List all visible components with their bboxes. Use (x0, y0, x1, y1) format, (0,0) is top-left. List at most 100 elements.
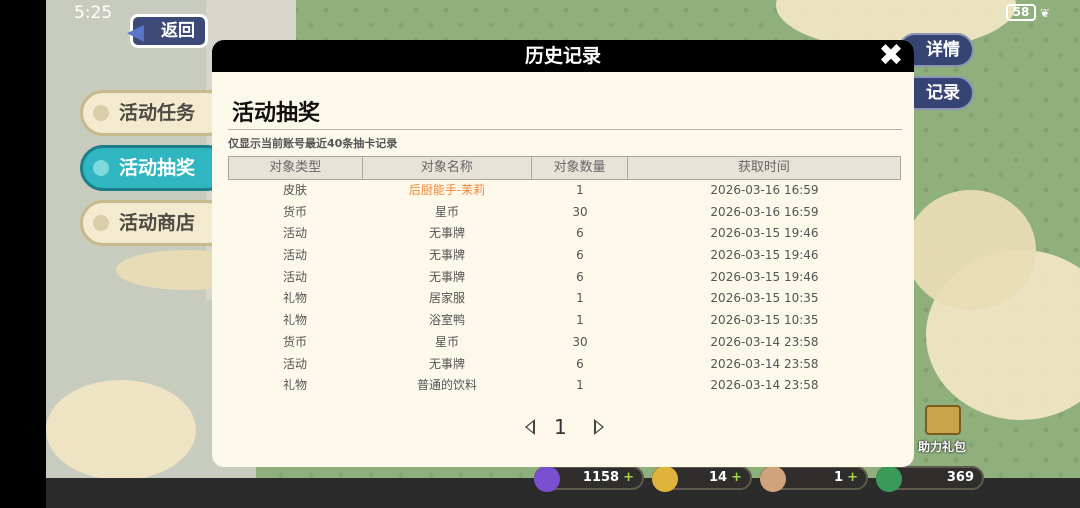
column-header-time: 获取时间 (737, 160, 790, 175)
cloud-decoration (46, 380, 196, 478)
cell-quantity: 6 (576, 226, 584, 241)
table-header: 对象类型 对象名称 对象数量 获取时间 (228, 156, 901, 180)
cell-type: 货币 (282, 204, 307, 219)
details-label: 详情 (926, 40, 960, 60)
currency-value: 1 (834, 470, 844, 485)
table-row: 活动 无事牌 6 2026-03-15 19:46 (228, 267, 901, 289)
left-black-bar (0, 0, 46, 508)
divider (228, 129, 902, 130)
cell-name: 星币 (434, 204, 459, 219)
cell-quantity: 1 (576, 291, 584, 306)
table-row: 皮肤 后厨能手-茉莉 1 2026-03-16 16:59 (228, 180, 901, 202)
table-row: 货币 星币 30 2026-03-16 16:59 (228, 202, 901, 224)
tab-dot-icon (93, 160, 109, 176)
cell-type: 皮肤 (282, 183, 307, 197)
records-table: 对象类型 对象名称 对象数量 获取时间 皮肤 后厨能手-茉莉 1 2026-03-16… (228, 156, 901, 397)
currency-value: 14 (709, 470, 728, 485)
cell-time: 2026-03-14 23:58 (710, 334, 819, 349)
table-row: 活动 无事牌 6 2026-03-14 23:58 (228, 354, 901, 376)
cell-quantity: 1 (576, 183, 584, 197)
records-note: 仅显示当前账号最近40条抽卡记录 (228, 137, 398, 150)
cell-name: 普通的饮料 (416, 378, 477, 393)
cell-type: 礼物 (282, 313, 307, 328)
table-body: 皮肤 后厨能手-茉莉 1 2026-03-16 16:59 货币 星币 30 2026-03-… (228, 180, 901, 397)
battery-indicator: 58 (1006, 4, 1036, 21)
tab-dot-icon (93, 105, 109, 121)
purple-gem-icon (534, 466, 560, 492)
cell-time: 2026-03-16 16:59 (710, 204, 819, 219)
avatar-token-icon (760, 466, 786, 492)
cell-quantity: 6 (576, 356, 584, 371)
cell-time: 2026-03-15 19:46 (710, 248, 819, 263)
cell-type: 活动 (282, 226, 307, 241)
table-row: 礼物 普通的饮料 1 2026-03-14 23:58 (228, 375, 901, 397)
currency-gems[interactable]: 1158 + (534, 466, 644, 492)
cell-quantity: 30 (572, 334, 588, 349)
tab-label: 活动任务 (119, 102, 196, 124)
cell-time: 2026-03-15 19:46 (710, 226, 819, 241)
gold-coin-icon (652, 466, 678, 492)
currency-tickets[interactable]: 369 (876, 466, 984, 492)
green-ticket-icon (876, 466, 902, 492)
currency-value: 1158 (582, 470, 620, 485)
table-row: 礼物 居家服 1 2026-03-15 10:35 (228, 288, 901, 310)
records-label: 记录 (926, 83, 960, 103)
plus-icon[interactable]: + (847, 470, 858, 485)
cell-name: 浴室鸭 (428, 313, 465, 328)
previous-page-icon[interactable] (525, 419, 535, 435)
cell-quantity: 1 (576, 313, 584, 328)
table-row: 礼物 浴室鸭 1 2026-03-15 10:35 (228, 310, 901, 332)
back-button-label: 返回 (161, 21, 195, 41)
cell-name: 后厨能手-茉莉 (408, 183, 486, 197)
cell-type: 活动 (282, 269, 307, 284)
back-arrow-icon: ◀ (127, 20, 144, 45)
tab-label: 活动商店 (119, 212, 196, 234)
column-header-quantity: 对象数量 (532, 157, 628, 179)
page-number: 1 (554, 415, 567, 439)
table-row: 活动 无事牌 6 2026-03-15 19:46 (228, 245, 901, 267)
table-row: 货币 星币 30 2026-03-14 23:58 (228, 332, 901, 354)
plus-icon[interactable]: + (623, 470, 634, 485)
cell-name: 居家服 (428, 291, 465, 306)
cell-quantity: 30 (572, 204, 588, 219)
cell-time: 2026-03-14 23:58 (710, 378, 819, 393)
leaf-icon: ❦ (1040, 6, 1051, 20)
section-title: 活动抽奖 (232, 101, 321, 126)
cell-type: 活动 (282, 356, 307, 371)
cell-type: 货币 (282, 334, 307, 349)
dialog-title: 历史记录 (212, 40, 914, 72)
cell-time: 2026-03-14 23:58 (710, 356, 819, 371)
table-row: 活动 无事牌 6 2026-03-15 19:46 (228, 223, 901, 245)
pagination: 1 (212, 415, 914, 445)
status-time: 5:25 (74, 3, 113, 23)
cell-time: 2026-03-15 10:35 (710, 291, 819, 306)
cell-name: 无事牌 (428, 269, 465, 284)
cell-quantity: 1 (576, 378, 584, 393)
gift-pack-label[interactable]: 助力礼包 (918, 438, 966, 455)
cell-type: 礼物 (282, 378, 307, 393)
currency-tokens[interactable]: 1 + (760, 466, 868, 492)
cell-time: 2026-03-15 19:46 (710, 269, 819, 284)
tab-activity-shop[interactable]: 活动商店 (80, 200, 230, 246)
tab-dot-icon (93, 215, 109, 231)
history-dialog: 历史记录 ✖ 活动抽奖 仅显示当前账号最近40条抽卡记录 对象类型 对象名称 对… (212, 40, 914, 467)
tab-activity-lottery[interactable]: 活动抽奖 (80, 145, 230, 191)
cloud-decoration (906, 190, 1036, 310)
currency-value: 369 (946, 470, 974, 485)
gift-box-icon[interactable] (925, 405, 961, 435)
back-button[interactable]: ◀ 返回 (127, 14, 208, 48)
column-header-type: 对象类型 (229, 157, 363, 179)
close-icon[interactable]: ✖ (876, 41, 906, 72)
tab-activity-tasks[interactable]: 活动任务 (80, 90, 230, 136)
cell-name: 无事牌 (428, 356, 465, 371)
next-page-icon[interactable] (594, 419, 604, 435)
currency-bar: 1158 + 14 + 1 + 369 (534, 466, 992, 492)
cell-time: 2026-03-16 16:59 (710, 183, 819, 197)
cell-name: 星币 (434, 334, 459, 349)
column-header-name: 对象名称 (363, 157, 533, 179)
cell-quantity: 6 (576, 269, 584, 284)
cell-name: 无事牌 (428, 226, 465, 241)
plus-icon[interactable]: + (731, 470, 742, 485)
currency-coins[interactable]: 14 + (652, 466, 752, 492)
cell-type: 礼物 (282, 291, 307, 306)
